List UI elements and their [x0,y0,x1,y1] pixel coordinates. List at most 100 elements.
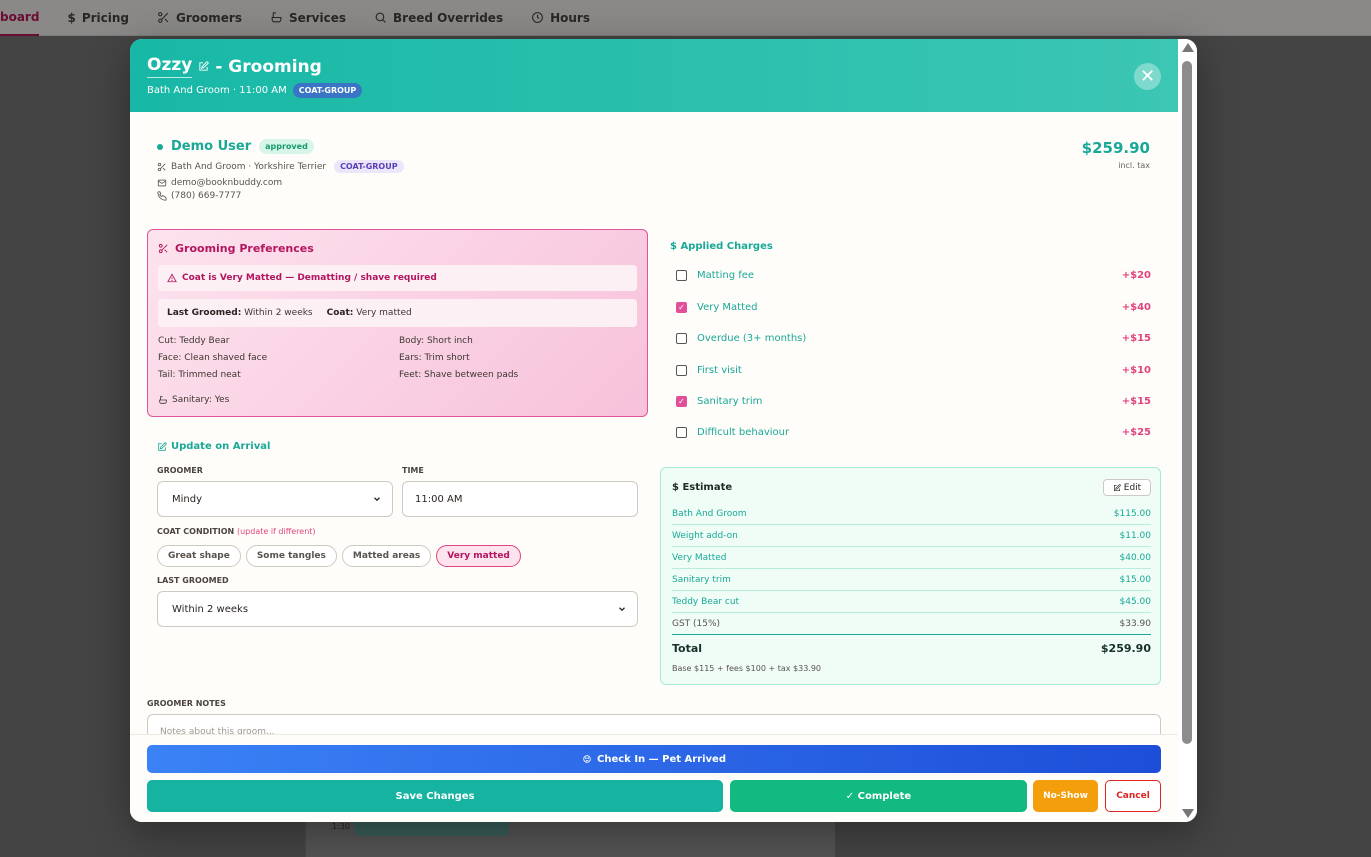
charge-checkbox[interactable]: ✓ [676,301,687,313]
client-phone[interactable]: (780) 669-7777 [171,191,241,201]
cancel-label: Cancel [1116,791,1150,801]
charge-overdue[interactable]: Overdue (3+ months) +$15 [676,330,1151,346]
service-time: Bath And Groom · 11:00 AM [147,85,287,96]
scissors-icon [157,162,166,171]
client-name[interactable]: Demo User [171,139,251,154]
charge-label: Difficult behaviour [697,426,790,438]
scroll-down-arrow-icon[interactable] [1182,809,1194,818]
time-input[interactable]: 11:00 AM [402,481,638,517]
grooming-preferences-card: Grooming Preferences Coat is Very Matted… [147,229,648,417]
estimate-title: $ Estimate [672,482,733,493]
last-groomed-select[interactable]: Within 2 weeks [157,591,638,627]
scroll-thumb[interactable] [1182,61,1192,744]
coat-option-great-shape[interactable]: Great shape [157,545,241,567]
estimate-row-value: $33.90 [1119,618,1152,629]
sanitary-text: Sanitary: Yes [172,395,230,405]
charge-matting-fee[interactable]: Matting fee +$20 [676,267,1151,283]
charge-label: Matting fee [697,269,755,281]
close-button[interactable]: ✕ [1134,63,1161,90]
charge-amount: +$20 [1121,269,1151,281]
charge-checkbox[interactable] [676,426,687,438]
matting-warning: Coat is Very Matted — Dematting / shave … [158,265,637,291]
warning-text: Coat is Very Matted — Dematting / shave … [182,273,437,283]
pref-item: Body: Short inch [399,336,473,346]
price-summary: $259.90 incl. tax [1050,139,1150,170]
bath-icon [159,395,167,404]
pet-name[interactable]: Ozzy [147,55,193,78]
client-name-row: Demo User approved [157,139,404,154]
price-tax-note: incl. tax [1118,161,1150,170]
scroll-up-arrow-icon[interactable] [1182,43,1194,52]
last-groomed-select-label: LAST GROOMED [157,576,229,585]
estimate-row-label: Weight add-on [672,530,738,541]
client-email[interactable]: demo@booknbuddy.com [171,178,282,188]
last-groomed-info: Last Groomed: Within 2 weeks [167,308,313,318]
status-dot-icon [157,143,163,150]
charge-checkbox[interactable]: ✓ [676,395,687,407]
coat-label: Coat: [326,308,354,318]
charge-checkbox[interactable] [676,332,687,344]
cancel-button[interactable]: Cancel [1105,780,1161,812]
estimate-row: Very Matted $40.00 [672,547,1151,569]
check-in-button[interactable]: Check In — Pet Arrived [147,745,1161,773]
coat-option-some-tangles[interactable]: Some tangles [245,545,337,567]
client-info: Demo User approved Bath And Groom · York… [157,139,404,201]
last-groomed-summary: Last Groomed: Within 2 weeks Coat: Very … [158,299,637,327]
groomer-notes-label: GROOMER NOTES [147,699,226,708]
estimate-card: $ Estimate Edit Bath And Groom $115.00 We… [660,467,1161,685]
coat-condition-label: COAT CONDITION (update if different) [157,527,316,536]
edit-icon[interactable] [198,61,209,72]
estimate-edit-button[interactable]: Edit [1103,479,1151,496]
save-changes-button[interactable]: Save Changes [147,780,723,812]
charge-amount: +$15 [1121,332,1151,344]
coat-condition-label-text: COAT CONDITION [157,527,235,536]
client-service-line: Bath And Groom · Yorkshire Terrier COAT-… [157,160,404,173]
coat-option-very-matted[interactable]: Very matted [436,545,521,567]
last-groomed-value: Within 2 weeks [244,308,313,318]
charge-checkbox[interactable] [676,364,687,376]
client-phone-line: (780) 669-7777 [157,191,404,201]
charge-amount: +$40 [1121,301,1151,313]
charge-checkbox[interactable] [676,269,687,281]
coat-group-badge: COAT-GROUP [292,83,363,98]
complete-button[interactable]: ✓ Complete [730,780,1027,812]
coat-condition-options: Great shape Some tangles Matted areas Ve… [157,545,521,567]
charge-difficult-behaviour[interactable]: Difficult behaviour +$25 [676,424,1151,440]
charge-first-visit[interactable]: First visit +$10 [676,362,1151,378]
estimate-row-value: $45.00 [1119,596,1152,607]
charge-amount: +$15 [1121,395,1151,407]
last-groomed-label: Last Groomed: [167,308,242,318]
estimate-row-value: $15.00 [1119,574,1152,585]
estimate-row-value: $115.00 [1113,508,1151,519]
estimate-row: Weight add-on $11.00 [672,525,1151,547]
pref-item: Cut: Teddy Bear [158,336,230,346]
charge-sanitary-trim[interactable]: ✓ Sanitary trim +$15 [676,393,1151,409]
estimate-row: Bath And Groom $115.00 [672,503,1151,525]
modal-scrollbar[interactable] [1178,39,1197,822]
charge-label: Overdue (3+ months) [697,332,807,344]
time-value: 11:00 AM [415,493,463,505]
estimate-row-label: Teddy Bear cut [672,596,740,607]
sanitary-pref: Sanitary: Yes [158,395,229,405]
pref-item: Feet: Shave between pads [399,370,519,380]
complete-label: ✓ Complete [845,790,912,802]
coat-value: Very matted [356,308,412,318]
charge-label: Sanitary trim [697,395,763,407]
price-total: $259.90 [1081,139,1150,157]
estimate-row-label: Bath And Groom [672,508,747,519]
coat-option-matted-areas[interactable]: Matted areas [341,545,432,567]
update-on-arrival-title: Update on Arrival [157,441,270,452]
charge-amount: +$10 [1121,364,1151,376]
client-email-line: demo@booknbuddy.com [157,178,404,188]
estimate-row: Teddy Bear cut $45.00 [672,591,1151,613]
estimate-row: Sanitary trim $15.00 [672,569,1151,591]
edit-label: Edit [1123,482,1142,493]
charge-very-matted[interactable]: ✓ Very Matted +$40 [676,299,1151,315]
charge-label: Very Matted [697,301,758,313]
status-badge: approved [259,139,314,154]
estimate-row-value: $11.00 [1119,530,1152,541]
update-title-text: Update on Arrival [171,441,271,452]
no-show-button[interactable]: No-Show [1033,780,1098,812]
groomer-select[interactable]: Mindy [157,481,393,517]
paw-icon [583,755,591,763]
